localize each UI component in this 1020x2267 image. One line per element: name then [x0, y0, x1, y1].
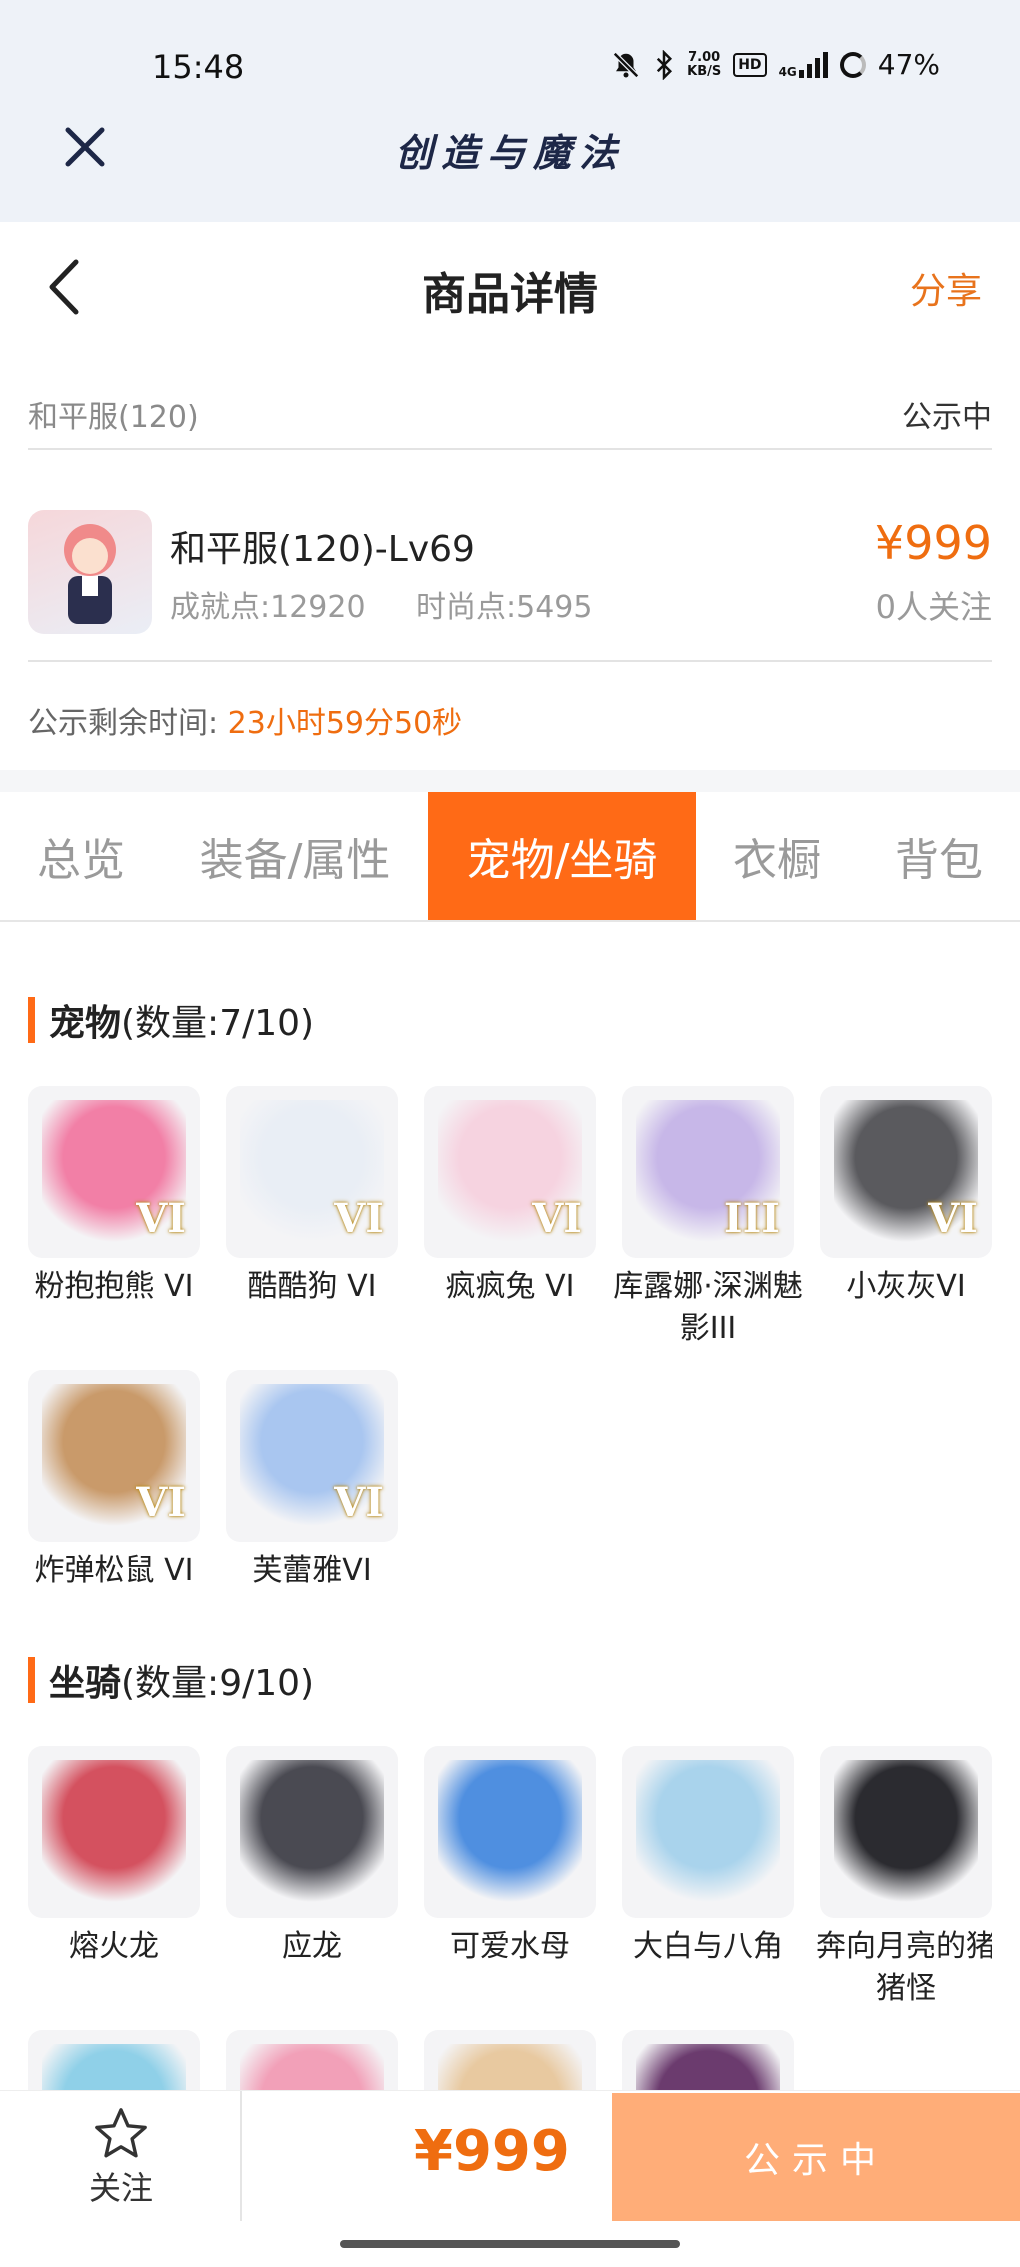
- app-header: 创造与魔法: [0, 110, 1020, 190]
- pet-name: 小灰灰VI: [846, 1269, 966, 1304]
- star-icon: [95, 2108, 147, 2158]
- pet-name: 粉抱抱熊 VI: [34, 1269, 194, 1304]
- mounts-section-title: 坐骑 (数量:9/10): [28, 1656, 314, 1704]
- tier-badge: VI: [136, 1195, 186, 1242]
- status-icons: 7.00 KB/S HD 4G 47%: [611, 48, 940, 81]
- tier-badge: VI: [532, 1195, 582, 1242]
- net-speed: 7.00 KB/S: [687, 49, 722, 79]
- character-name: 和平服(120)-Lv69: [170, 529, 475, 570]
- mount-image: [834, 1760, 978, 1904]
- follower-count: 0人关注: [875, 588, 992, 626]
- status-bar: 15:48 7.00 KB/S HD 4G 47%: [0, 40, 1020, 100]
- home-indicator[interactable]: [340, 2240, 680, 2248]
- bluetooth-icon: [656, 49, 673, 80]
- mount-image: [636, 1760, 780, 1904]
- pet-name: 酷酷狗 VI: [247, 1269, 377, 1304]
- mount-image: [438, 1760, 582, 1904]
- mount-image: [438, 2044, 582, 2090]
- tab-equipment[interactable]: 装备/属性: [162, 792, 428, 920]
- tier-badge: VI: [928, 1195, 978, 1242]
- avatar: [28, 510, 152, 634]
- pet-name: 炸弹松鼠 VI: [34, 1553, 194, 1588]
- pets-section-title: 宠物 (数量:7/10): [28, 996, 314, 1044]
- mount-thumbnail: [226, 1746, 398, 1918]
- tab-backpack[interactable]: 背包: [858, 792, 1020, 920]
- detail-tabs: 总览 装备/属性 宠物/坐骑 衣橱 背包: [0, 792, 1020, 922]
- battery-percent: 47%: [877, 48, 940, 81]
- fashion-points: 时尚点:5495: [416, 590, 593, 625]
- tab-wardrobe[interactable]: 衣橱: [696, 792, 858, 920]
- mount-name: 熔火龙: [69, 1929, 159, 1964]
- tier-badge: VI: [136, 1479, 186, 1526]
- hd-badge: HD: [733, 52, 767, 77]
- share-button[interactable]: 分享: [910, 262, 982, 314]
- character-summary[interactable]: 和平服(120)-Lv69 成就点:12920 时尚点:5495 ¥999 0人…: [28, 480, 992, 662]
- app-shell-header: 15:48 7.00 KB/S HD 4G 47% 创造与魔法: [0, 0, 1020, 222]
- server-name: 和平服(120): [28, 400, 199, 435]
- publicity-timer: 公示剩余时间: 23小时59分50秒: [28, 698, 462, 742]
- mount-image: [42, 1760, 186, 1904]
- mount-thumbnail: [424, 1746, 596, 1918]
- timer-value: 23小时59分50秒: [227, 706, 463, 741]
- mount-name: 奔向月亮的猪猪怪: [816, 1929, 992, 2006]
- divider: [0, 770, 1020, 792]
- follow-label: 关注: [88, 2169, 153, 2207]
- pet-thumbnail: VI: [28, 1370, 200, 1542]
- mount-image: [240, 1760, 384, 1904]
- pet-thumbnail: VI: [28, 1086, 200, 1258]
- mount-thumbnail: [622, 1746, 794, 1918]
- pet-thumbnail: VI: [226, 1086, 398, 1258]
- mount-name: 应龙: [282, 1929, 342, 1964]
- status-time: 15:48: [152, 48, 245, 86]
- mount-thumbnail: [820, 1746, 992, 1918]
- mount-name: 可爱水母: [450, 1929, 570, 1964]
- tab-pets-mounts[interactable]: 宠物/坐骑: [428, 792, 696, 920]
- mount-thumbnail: [424, 2030, 596, 2090]
- tier-badge: VI: [334, 1479, 384, 1526]
- mount-thumbnail: [226, 2030, 398, 2090]
- mount-name: 大白与八角: [633, 1929, 783, 1964]
- pet-thumbnail: VI: [424, 1086, 596, 1258]
- signal-icon: 4G: [779, 51, 828, 78]
- bell-muted-icon: [613, 51, 640, 78]
- follow-button[interactable]: 关注: [0, 2091, 242, 2221]
- pet-name: 库露娜·深渊魅影III: [613, 1269, 803, 1346]
- pet-thumbnail: III: [622, 1086, 794, 1258]
- tier-badge: III: [723, 1195, 780, 1242]
- status-action-button[interactable]: 公示中: [612, 2093, 1020, 2221]
- pet-name: 疯疯兔 VI: [445, 1269, 575, 1304]
- mount-thumbnail: [622, 2030, 794, 2090]
- pet-thumbnail: VI: [226, 1370, 398, 1542]
- mount-thumbnail: [28, 2030, 200, 2090]
- pet-name: 芙蕾雅VI: [252, 1553, 372, 1588]
- character-price: ¥999: [874, 516, 992, 570]
- tier-badge: VI: [334, 1195, 384, 1242]
- mount-thumbnail: [28, 1746, 200, 1918]
- mount-image: [636, 2044, 780, 2090]
- app-title: 创造与魔法: [394, 130, 625, 175]
- pet-thumbnail: VI: [820, 1086, 992, 1258]
- battery-ring-icon: [839, 51, 866, 78]
- page-nav: 商品详情 分享: [0, 222, 1020, 352]
- page-title: 商品详情: [422, 269, 598, 320]
- mount-image: [240, 2044, 384, 2090]
- mount-image: [42, 2044, 186, 2090]
- mounts-grid: 熔火龙 应龙 可爱水母 大白与八角 奔向月亮的猪猪怪: [28, 1746, 992, 2090]
- server-status: 公示中: [902, 400, 992, 435]
- timer-label: 公示剩余时间:: [28, 706, 219, 741]
- achievement-points: 成就点:12920: [170, 590, 366, 625]
- server-row: 和平服(120) 公示中: [28, 380, 992, 450]
- tab-overview[interactable]: 总览: [0, 792, 162, 920]
- bottom-price: ¥999: [414, 2119, 570, 2184]
